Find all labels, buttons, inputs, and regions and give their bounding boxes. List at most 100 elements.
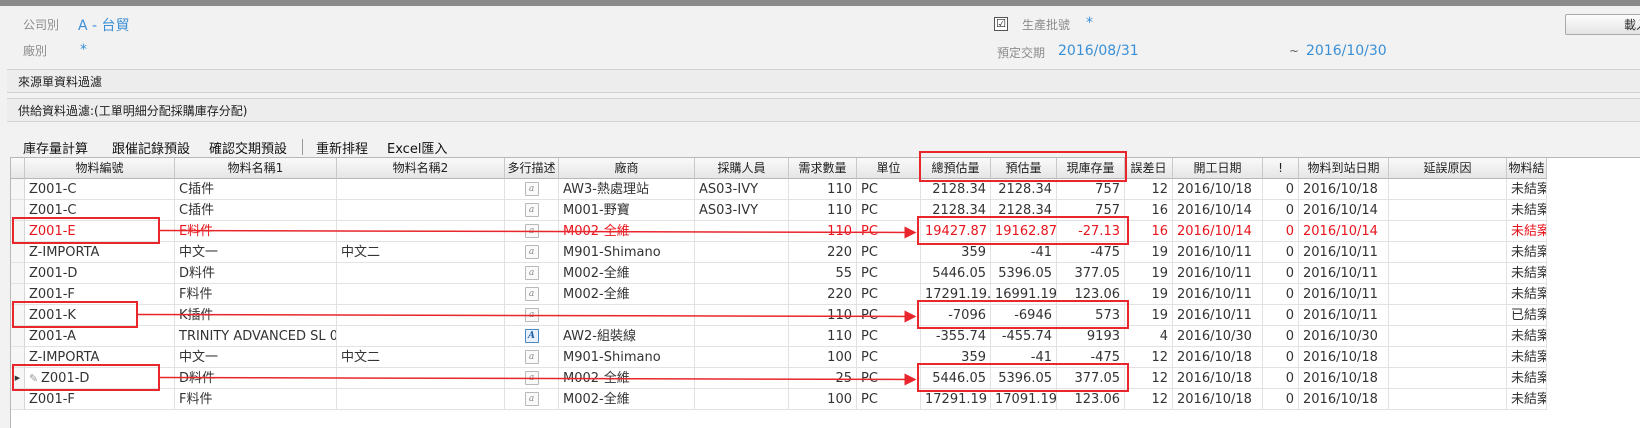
column-header-qty[interactable]: 需求數量 (789, 158, 857, 179)
cell-start-date[interactable]: 2016/10/18 (1173, 389, 1263, 410)
cell-est[interactable]: 17091.19 (991, 389, 1057, 410)
cell-diff[interactable]: 19 (1125, 284, 1173, 305)
cell-desc[interactable]: a (505, 305, 559, 326)
cell-diff[interactable]: 19 (1125, 305, 1173, 326)
cell-reason[interactable] (1389, 284, 1507, 305)
cell-buyer[interactable] (695, 347, 789, 368)
cell-buyer[interactable] (695, 263, 789, 284)
cell-name1[interactable]: C插件 (175, 200, 337, 221)
multiline-desc-icon[interactable]: a (524, 391, 539, 406)
cell-arrive-date[interactable]: 2016/10/14 (1299, 221, 1389, 242)
cell-desc[interactable]: a (505, 242, 559, 263)
cell-total-est[interactable]: -355.74 (921, 326, 991, 347)
column-header-reason[interactable]: 延誤原因 (1389, 158, 1507, 179)
cell-start-date[interactable]: 2016/10/11 (1173, 242, 1263, 263)
cell-desc[interactable]: a (505, 368, 559, 389)
cell-est[interactable]: -41 (991, 242, 1057, 263)
cell-start-date[interactable]: 2016/10/18 (1173, 368, 1263, 389)
cell-stock[interactable]: 377.05 (1057, 263, 1125, 284)
cell-name1[interactable]: F料件 (175, 389, 337, 410)
cell-unit[interactable]: PC (857, 326, 921, 347)
cell-name2[interactable] (337, 263, 505, 284)
cell-flag[interactable]: 0 (1263, 347, 1299, 368)
cell-qty[interactable]: 55 (789, 263, 857, 284)
cell-flag[interactable]: 0 (1263, 284, 1299, 305)
cell-total-est[interactable]: 359 (921, 242, 991, 263)
cell-flag[interactable]: 0 (1263, 326, 1299, 347)
load-button[interactable]: 載入 (1565, 14, 1640, 35)
multiline-desc-icon[interactable]: A (524, 328, 539, 343)
cell-vendor[interactable]: M002-全維 (559, 368, 695, 389)
cell-code[interactable]: Z001-F (25, 389, 175, 410)
row-indicator[interactable] (11, 179, 25, 200)
reschedule-button[interactable]: 重新排程 (316, 138, 368, 157)
cell-desc[interactable]: a (505, 284, 559, 305)
cell-qty[interactable]: 110 (789, 179, 857, 200)
cell-flag[interactable]: 0 (1263, 242, 1299, 263)
cell-reason[interactable] (1389, 242, 1507, 263)
multiline-desc-icon[interactable]: a (524, 370, 539, 385)
cell-diff[interactable]: 12 (1125, 368, 1173, 389)
cell-qty[interactable]: 100 (789, 389, 857, 410)
cell-buyer[interactable]: AS03-IVY (695, 200, 789, 221)
cell-status[interactable]: 未結案 (1507, 347, 1547, 368)
cell-start-date[interactable]: 2016/10/18 (1173, 179, 1263, 200)
cell-arrive-date[interactable]: 2016/10/30 (1299, 326, 1389, 347)
cell-arrive-date[interactable]: 2016/10/18 (1299, 368, 1389, 389)
cell-reason[interactable] (1389, 368, 1507, 389)
cell-reason[interactable] (1389, 263, 1507, 284)
column-header-buyer[interactable]: 採購人員 (695, 158, 789, 179)
cell-start-date[interactable]: 2016/10/11 (1173, 284, 1263, 305)
cell-vendor[interactable]: M002-全維 (559, 221, 695, 242)
cell-arrive-date[interactable]: 2016/10/11 (1299, 305, 1389, 326)
multiline-desc-icon[interactable]: a (524, 181, 539, 196)
cell-buyer[interactable] (695, 221, 789, 242)
cell-unit[interactable]: PC (857, 263, 921, 284)
cell-diff[interactable]: 12 (1125, 179, 1173, 200)
column-header-name2[interactable]: 物料名稱2 (337, 158, 505, 179)
stock-calc-button[interactable]: 庫存量計算 (23, 138, 88, 157)
cell-name2[interactable] (337, 200, 505, 221)
multiline-desc-icon[interactable]: a (524, 244, 539, 259)
column-header-flag[interactable]: ! (1263, 158, 1299, 179)
cell-name1[interactable]: F料件 (175, 284, 337, 305)
batch-checkbox[interactable]: ☑ (994, 17, 1008, 31)
column-header-diff[interactable]: 誤差日 (1125, 158, 1173, 179)
cell-status[interactable]: 未結案 (1507, 368, 1547, 389)
cell-buyer[interactable] (695, 368, 789, 389)
cell-unit[interactable]: PC (857, 242, 921, 263)
cell-total-est[interactable]: 17291.19 (921, 389, 991, 410)
cell-status[interactable]: 未結案 (1507, 221, 1547, 242)
cell-vendor[interactable]: M901-Shimano (559, 242, 695, 263)
cell-start-date[interactable]: 2016/10/14 (1173, 200, 1263, 221)
cell-buyer[interactable] (695, 305, 789, 326)
cell-qty[interactable]: 110 (789, 305, 857, 326)
cell-vendor[interactable]: AW2-組裝線 (559, 326, 695, 347)
cell-reason[interactable] (1389, 221, 1507, 242)
cell-name1[interactable]: K插件 (175, 305, 337, 326)
cell-code[interactable]: Z001-D (25, 263, 175, 284)
column-header-arrive-date[interactable]: 物料到站日期 (1299, 158, 1389, 179)
column-header-unit[interactable]: 單位 (857, 158, 921, 179)
cell-name2[interactable] (337, 326, 505, 347)
confirm-due-preset-button[interactable]: 確認交期預設 (209, 138, 287, 157)
cell-start-date[interactable]: 2016/10/30 (1173, 326, 1263, 347)
row-indicator[interactable] (11, 326, 25, 347)
column-header-desc[interactable]: 多行描述 (505, 158, 559, 179)
cell-buyer[interactable] (695, 326, 789, 347)
cell-buyer[interactable] (695, 242, 789, 263)
cell-code[interactable]: Z-IMPORTA (25, 242, 175, 263)
cell-arrive-date[interactable]: 2016/10/14 (1299, 200, 1389, 221)
cell-qty[interactable]: 220 (789, 284, 857, 305)
cell-est[interactable]: 5396.05 (991, 263, 1057, 284)
cell-qty[interactable]: 25 (789, 368, 857, 389)
cell-desc[interactable]: a (505, 389, 559, 410)
cell-start-date[interactable]: 2016/10/18 (1173, 347, 1263, 368)
cell-diff[interactable]: 12 (1125, 389, 1173, 410)
cell-name1[interactable]: C插件 (175, 179, 337, 200)
cell-qty[interactable]: 110 (789, 200, 857, 221)
cell-stock[interactable]: 123.06 (1057, 389, 1125, 410)
cell-status[interactable]: 未結案 (1507, 200, 1547, 221)
cell-stock[interactable]: -475 (1057, 242, 1125, 263)
column-header-code[interactable]: 物料編號 (25, 158, 175, 179)
